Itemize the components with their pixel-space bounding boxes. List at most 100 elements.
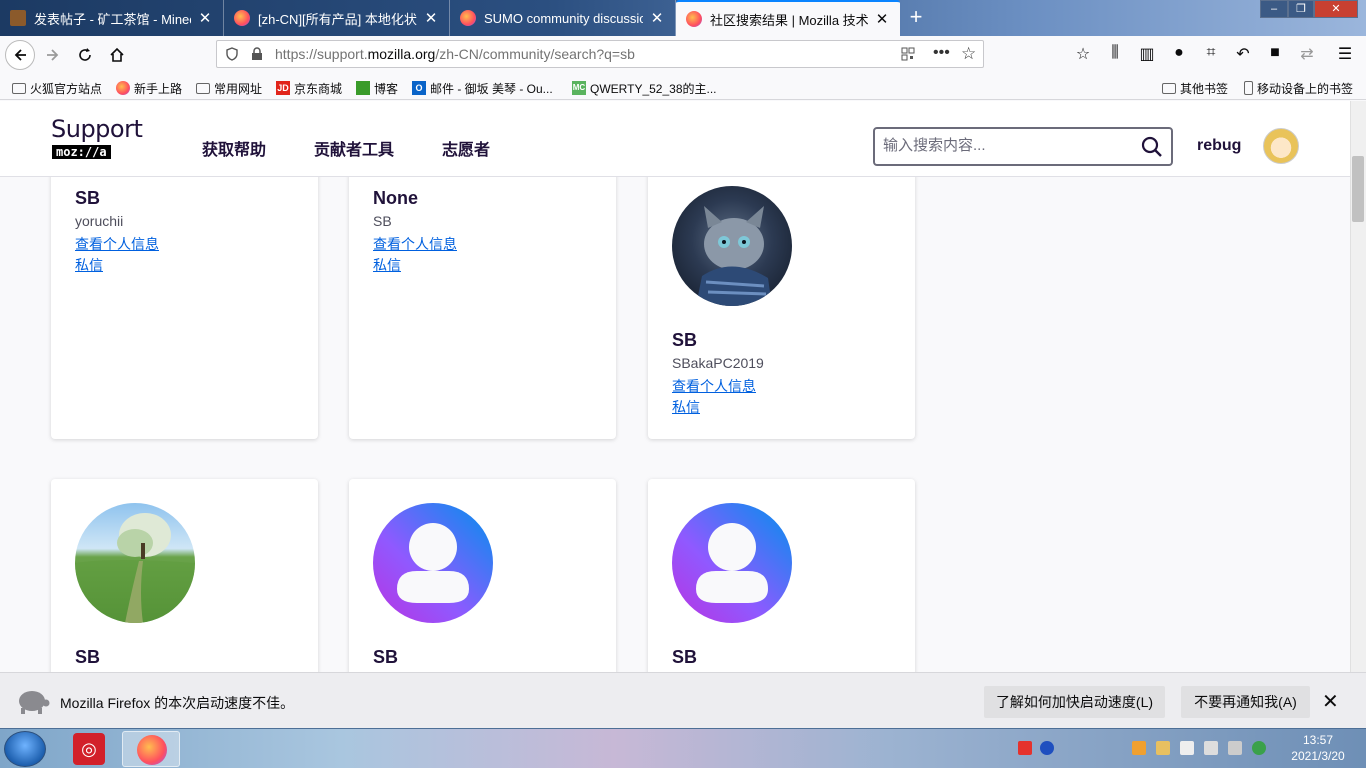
- nav-volunteer[interactable]: 志愿者: [442, 136, 490, 160]
- start-button[interactable]: [4, 731, 46, 767]
- extension-icon[interactable]: ■: [1264, 44, 1286, 64]
- site-logo[interactable]: Support: [51, 115, 143, 143]
- security-tray-icon[interactable]: [1132, 741, 1146, 755]
- tab-minecraft[interactable]: 发表帖子 - 矿工茶馆 - Minecra ✕: [0, 0, 224, 36]
- folder-tray-icon[interactable]: [1156, 741, 1170, 755]
- help-icon[interactable]: [1040, 741, 1054, 755]
- network-icon[interactable]: [1228, 741, 1242, 755]
- close-icon[interactable]: ✕: [874, 10, 890, 28]
- bookmark-item[interactable]: O 邮件 - 御坂 美琴 - Ou...: [412, 79, 553, 97]
- library-icon[interactable]: ⫼: [1104, 44, 1126, 64]
- avatar[interactable]: [672, 186, 792, 306]
- menu-icon[interactable]: ☰: [1334, 44, 1356, 64]
- bookmark-item[interactable]: 常用网址: [196, 79, 262, 97]
- minimize-icon[interactable]: –: [1260, 0, 1288, 18]
- taskbar-firefox-button[interactable]: [122, 731, 180, 767]
- bookmark-star-icon[interactable]: ☆: [1072, 44, 1094, 64]
- forward-button[interactable]: [40, 42, 66, 68]
- star-icon[interactable]: ☆: [961, 44, 976, 64]
- qr-code-icon[interactable]: [901, 47, 915, 61]
- view-profile-link[interactable]: 查看个人信息: [373, 234, 457, 254]
- tab-search-results[interactable]: 社区搜索结果 | Mozilla 技术支 ✕: [676, 0, 900, 36]
- undo-icon[interactable]: ↶: [1232, 44, 1254, 64]
- card-username: yoruchii: [75, 213, 124, 229]
- bookmark-item[interactable]: 其他书签: [1162, 79, 1228, 97]
- private-message-link[interactable]: 私信: [672, 397, 700, 417]
- reload-button[interactable]: [72, 42, 98, 68]
- sidebar-icon[interactable]: ▥: [1136, 44, 1158, 64]
- card-display-name: SB: [75, 647, 101, 667]
- bookmark-label: 新手上路: [134, 81, 183, 96]
- site-header: Support moz://a 获取帮助 贡献者工具 志愿者 rebug: [0, 101, 1350, 177]
- username-link[interactable]: rebug: [1197, 137, 1241, 155]
- bookmark-label: QWERTY_52_38的主...: [590, 81, 717, 96]
- close-icon[interactable]: ✕: [1322, 689, 1339, 714]
- bookmark-item[interactable]: 火狐官方站点: [12, 79, 102, 97]
- page-content: SB yoruchii 查看个人信息 私信 None SB 查看个人信息 私信 …: [0, 101, 1350, 672]
- sogou-ime-icon[interactable]: [1018, 741, 1032, 755]
- bookmark-label: 京东商城: [294, 81, 343, 96]
- bookmark-label: 其他书签: [1180, 81, 1229, 96]
- tab-localization[interactable]: [zh-CN][所有产品] 本地化状态 ✕: [224, 0, 450, 36]
- search-input[interactable]: [883, 137, 1133, 154]
- account-icon[interactable]: ●: [1168, 44, 1190, 64]
- bookmark-label: 邮件 - 御坂 美琴 - Ou...: [430, 81, 553, 96]
- tab-sumo-discussion[interactable]: SUMO community discussion ✕: [450, 0, 676, 36]
- minecraft-creeper-icon: [356, 81, 370, 95]
- globe-tray-icon[interactable]: [1252, 741, 1266, 755]
- search-icon[interactable]: [1141, 136, 1163, 158]
- avatar[interactable]: [672, 503, 792, 623]
- url-domain: mozilla.org: [367, 46, 436, 62]
- card-display-name: None: [373, 188, 418, 208]
- screenshot-icon[interactable]: ⌗: [1200, 44, 1222, 64]
- bookmark-item[interactable]: 博客: [356, 79, 398, 97]
- dont-notify-button[interactable]: 不要再通知我(A): [1181, 686, 1310, 718]
- view-profile-link[interactable]: 查看个人信息: [75, 234, 159, 254]
- user-card: SB: [648, 479, 915, 672]
- arrow-right-icon: [47, 49, 59, 61]
- netease-music-icon[interactable]: ◎: [73, 733, 105, 765]
- device-tray-icon[interactable]: [1180, 741, 1194, 755]
- clock-time: 13:57: [1302, 733, 1334, 747]
- close-icon[interactable]: ✕: [423, 9, 439, 27]
- user-avatar[interactable]: [1263, 128, 1299, 164]
- lock-icon[interactable]: [251, 47, 263, 61]
- nav-get-help[interactable]: 获取帮助: [202, 136, 266, 160]
- nav-contributor-tools[interactable]: 贡献者工具: [314, 136, 394, 160]
- home-button[interactable]: [104, 42, 130, 68]
- sync-icon[interactable]: ⇄: [1296, 44, 1318, 64]
- page-actions-icon[interactable]: •••: [933, 44, 950, 62]
- private-message-link[interactable]: 私信: [373, 255, 401, 275]
- private-message-link[interactable]: 私信: [75, 255, 103, 275]
- notification-message: Mozilla Firefox 的本次启动速度不佳。: [60, 695, 295, 711]
- card-display-name: SB: [672, 647, 698, 667]
- url-text[interactable]: https://support.mozilla.org/zh-CN/commun…: [275, 46, 635, 62]
- avatar[interactable]: [75, 503, 195, 623]
- window-close-icon[interactable]: ✕: [1314, 0, 1358, 18]
- bookmark-item[interactable]: 新手上路: [116, 79, 182, 97]
- url-bar[interactable]: https://support.mozilla.org/zh-CN/commun…: [216, 40, 984, 68]
- bookmark-item[interactable]: MC QWERTY_52_38的主...: [572, 79, 717, 97]
- learn-speedup-button[interactable]: 了解如何加快启动速度(L): [984, 686, 1165, 718]
- bookmark-item[interactable]: 移动设备上的书签: [1244, 79, 1353, 97]
- shield-icon[interactable]: [225, 47, 239, 61]
- maximize-icon[interactable]: ❐: [1288, 0, 1314, 18]
- folder-icon: [196, 82, 210, 94]
- clock-date: 2021/3/20: [1291, 749, 1345, 763]
- close-icon[interactable]: ✕: [649, 9, 665, 27]
- jd-icon: JD: [276, 81, 290, 95]
- close-icon[interactable]: ✕: [197, 9, 213, 27]
- bookmark-label: 常用网址: [214, 81, 263, 96]
- volume-icon[interactable]: [1204, 741, 1218, 755]
- avatar[interactable]: [373, 503, 493, 623]
- site-search: [873, 127, 1173, 166]
- taskbar-clock[interactable]: 13:57 2021/3/20: [1276, 732, 1360, 764]
- bookmark-item[interactable]: JD 京东商城: [276, 79, 342, 97]
- mcbbs-icon: MC: [572, 81, 586, 95]
- mozilla-logo[interactable]: moz://a: [52, 145, 111, 159]
- back-button[interactable]: [5, 40, 35, 70]
- new-tab-button[interactable]: +: [903, 4, 929, 30]
- scrollbar-thumb[interactable]: [1352, 156, 1364, 222]
- default-user-icon: [397, 523, 469, 603]
- view-profile-link[interactable]: 查看个人信息: [672, 376, 756, 396]
